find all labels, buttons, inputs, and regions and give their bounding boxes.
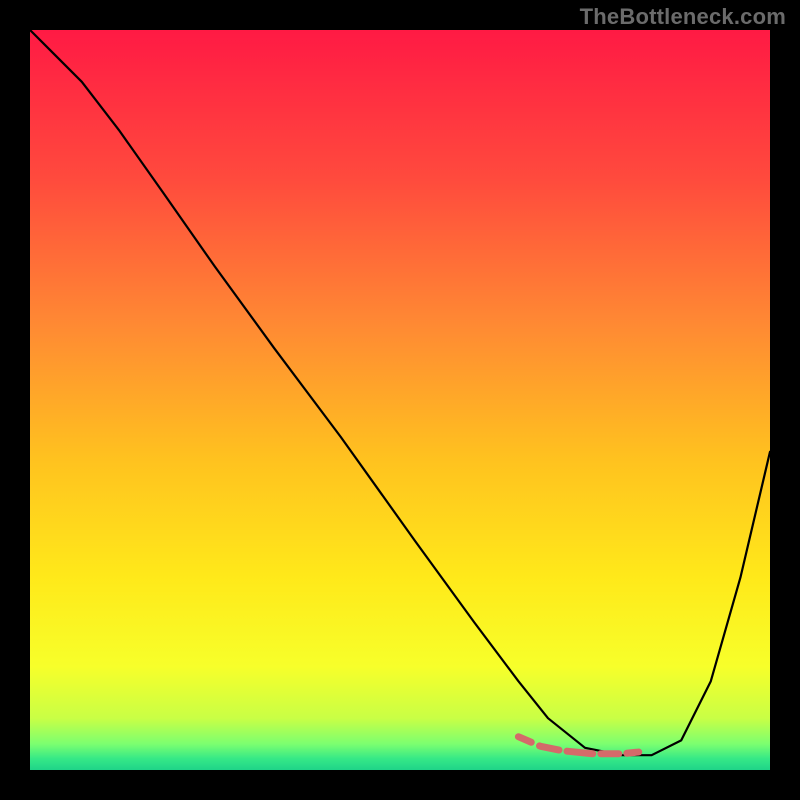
watermark-text: TheBottleneck.com (580, 4, 786, 30)
chart-svg (30, 30, 770, 770)
plot-area (30, 30, 770, 770)
chart-stage: TheBottleneck.com (0, 0, 800, 800)
gradient-rect (30, 30, 770, 770)
